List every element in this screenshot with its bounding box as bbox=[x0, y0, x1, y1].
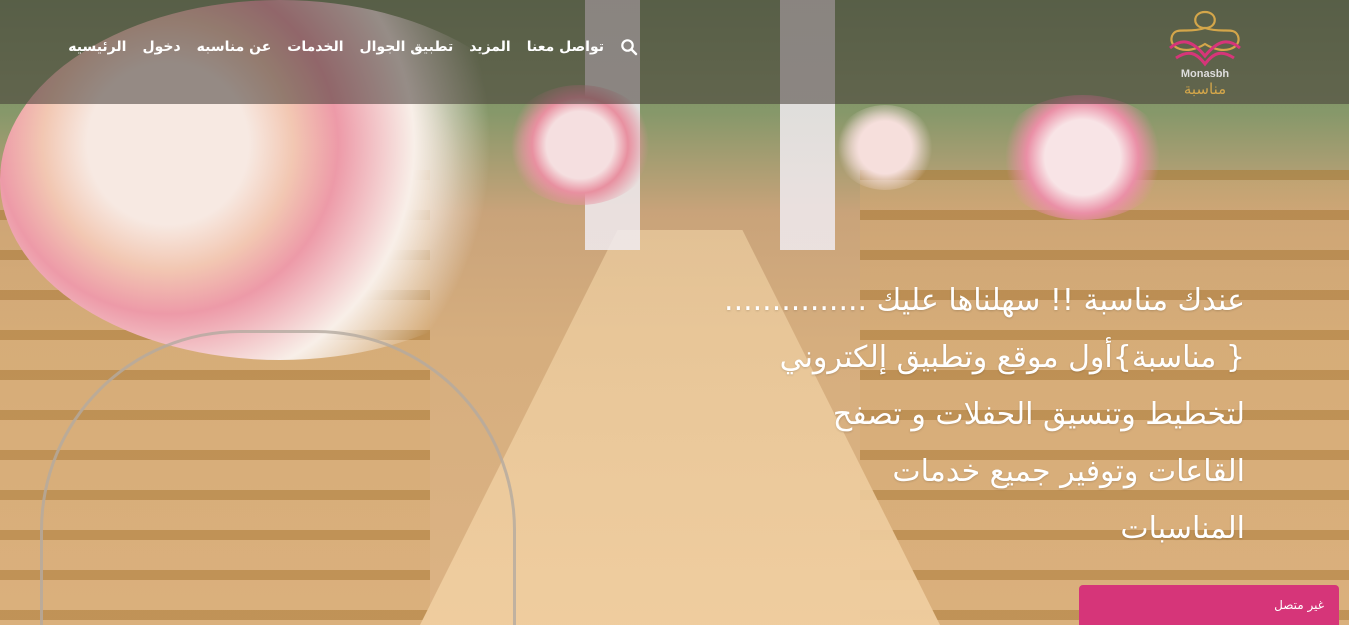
navbar: Monasbh مناسبة الرئيسيه دخول عن مناسبه ا… bbox=[0, 0, 1349, 104]
hero-line-5: المناسبات bbox=[1120, 511, 1245, 546]
hero-line-3: لتخطيط وتنسيق الحفلات و تصفح bbox=[832, 397, 1245, 432]
main-nav: الرئيسيه دخول عن مناسبه الخدمات تطبيق ال… bbox=[68, 38, 638, 56]
chat-status-button[interactable]: غير متصل bbox=[1079, 585, 1339, 625]
chat-status-label: غير متصل bbox=[1274, 598, 1324, 612]
search-icon[interactable] bbox=[620, 38, 638, 56]
nav-login[interactable]: دخول bbox=[142, 39, 180, 55]
flower-bouquet-far-2 bbox=[995, 95, 1170, 220]
hero-line-4: القاعات وتوفير جميع خدمات bbox=[892, 454, 1245, 489]
logo-latin-text: Monasbh bbox=[1180, 68, 1230, 80]
flower-bouquet-far-3 bbox=[835, 105, 935, 190]
nav-more[interactable]: المزيد bbox=[469, 39, 511, 55]
nav-mobile-app[interactable]: تطبيق الجوال bbox=[360, 39, 454, 55]
nav-home[interactable]: الرئيسيه bbox=[68, 39, 126, 55]
hero-line-1: عندك مناسبة !! سهلناها عليك ............… bbox=[724, 283, 1245, 318]
logo-arabic-text: مناسبة bbox=[1183, 80, 1227, 98]
hero-tagline: عندك مناسبة !! سهلناها عليك ............… bbox=[690, 272, 1245, 557]
nav-contact[interactable]: تواصل معنا bbox=[527, 39, 604, 55]
nav-services[interactable]: الخدمات bbox=[287, 39, 343, 55]
hero-line-2: { مناسبة}أول موقع وتطبيق إلكتروني bbox=[779, 340, 1245, 375]
nav-about[interactable]: عن مناسبه bbox=[197, 39, 272, 55]
